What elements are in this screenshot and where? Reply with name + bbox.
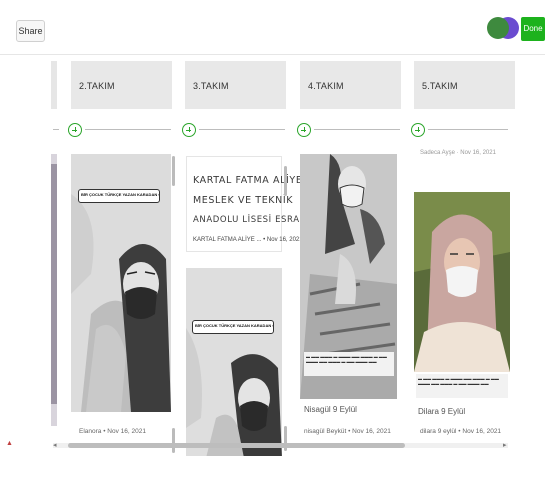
horizontal-scrollbar-thumb[interactable] — [68, 443, 405, 448]
column-header-5[interactable]: 5.TAKIM — [414, 61, 515, 109]
divider — [314, 129, 400, 130]
post-image — [414, 192, 510, 372]
column-header-4[interactable]: 4.TAKIM — [300, 61, 401, 109]
toolbar: Share Done — [0, 0, 545, 55]
column-header-3[interactable]: 3.TAKIM — [185, 61, 286, 109]
post-image-caption-strip: ▬ ▬▬ ▬▬▬ ▬ ▬▬▬ ▬▬ ▬▬▬ ▬ ▬▬ ▬▬▬ ▬▬ ▬▬▬ ▬ … — [416, 374, 508, 398]
divider — [428, 129, 508, 130]
scrollbar[interactable] — [284, 166, 287, 196]
add-post-row — [297, 123, 402, 137]
post-meta: dilara 9 eylül • Nov 16, 2021 — [420, 428, 502, 435]
column-title: 4.TAKIM — [308, 81, 344, 91]
column-header-partial — [51, 61, 57, 109]
corner-mark: ▲ — [6, 440, 13, 447]
divider — [199, 129, 285, 130]
post-caption: Dilara 9 Eylül — [418, 407, 466, 416]
post-meta: KARTAL FATMA ALİYE ... • Nov 16, 2021 — [193, 237, 303, 243]
done-button[interactable]: Done — [521, 17, 545, 41]
post-caption: Nisagül 9 Eylül — [304, 405, 357, 414]
column-title: 3.TAKIM — [193, 81, 229, 91]
post-card[interactable]: ▬ ▬▬ ▬▬▬ ▬ ▬▬▬ ▬▬ ▬▬▬ ▬ ▬▬ ▬▬▬ ▬▬ ▬▬▬ ▬ … — [300, 154, 400, 454]
post-card[interactable]: BİR ÇOCUK TÜRKÇE YAZAN KARADAN GELEBİLİR… — [186, 268, 282, 456]
speech-bubble: BİR ÇOCUK TÜRKÇE YAZAN KARADAN GELEBİLİR… — [192, 320, 274, 334]
share-button[interactable]: Share — [16, 20, 45, 42]
speech-bubble: BİR ÇOCUK TÜRKÇE YAZAN KARADAN GELEBİLİR… — [78, 189, 160, 203]
add-post-button[interactable] — [182, 123, 196, 137]
divider — [85, 129, 171, 130]
post-image-caption-strip: ▬ ▬▬ ▬▬▬ ▬ ▬▬▬ ▬▬ ▬▬▬ ▬ ▬▬ ▬▬▬ ▬▬ ▬▬▬ ▬ … — [304, 352, 394, 376]
add-post-button[interactable] — [411, 123, 425, 137]
post-text-line: MESLEK VE TEKNİK — [193, 195, 294, 206]
column-header-2[interactable]: 2.TAKIM — [71, 61, 172, 109]
add-post-row — [182, 123, 287, 137]
column-title: 2.TAKIM — [79, 81, 115, 91]
add-post-button[interactable] — [68, 123, 82, 137]
post-card[interactable]: BİR ÇOCUK TÜRKÇE YAZAN KARADAN GELEBİLİR… — [71, 154, 171, 454]
add-post-button[interactable] — [297, 123, 311, 137]
board: 2.TAKIM 3.TAKIM 4.TAKIM 5.TAKIM BİR ÇOCU… — [0, 56, 545, 456]
scrollbar[interactable] — [172, 156, 175, 186]
post-meta: Elanora • Nov 16, 2021 — [79, 428, 146, 435]
scroll-right-icon[interactable]: ▸ — [503, 441, 507, 449]
add-post-row — [411, 123, 511, 137]
post-top-note: Sadeca Ayşe · Nov 16, 2021 — [420, 150, 496, 156]
avatar[interactable] — [487, 17, 509, 39]
post-meta: nisagül Beyküt • Nov 16, 2021 — [304, 428, 391, 435]
post-card[interactable]: KARTAL FATMA ALİYE MESLEK VE TEKNİK ANAD… — [186, 156, 319, 252]
post-card[interactable]: Sadeca Ayşe · Nov 16, 2021 ▬ ▬▬ ▬▬▬ ▬ ▬▬… — [414, 148, 510, 454]
scroll-left-icon[interactable]: ◂ — [53, 441, 57, 449]
divider — [53, 129, 59, 130]
column-title: 5.TAKIM — [422, 81, 458, 91]
post-image — [186, 268, 282, 456]
post-image — [51, 154, 57, 426]
scrollbar[interactable] — [172, 428, 175, 453]
post-card-partial[interactable] — [51, 154, 57, 426]
add-post-row — [68, 123, 173, 137]
